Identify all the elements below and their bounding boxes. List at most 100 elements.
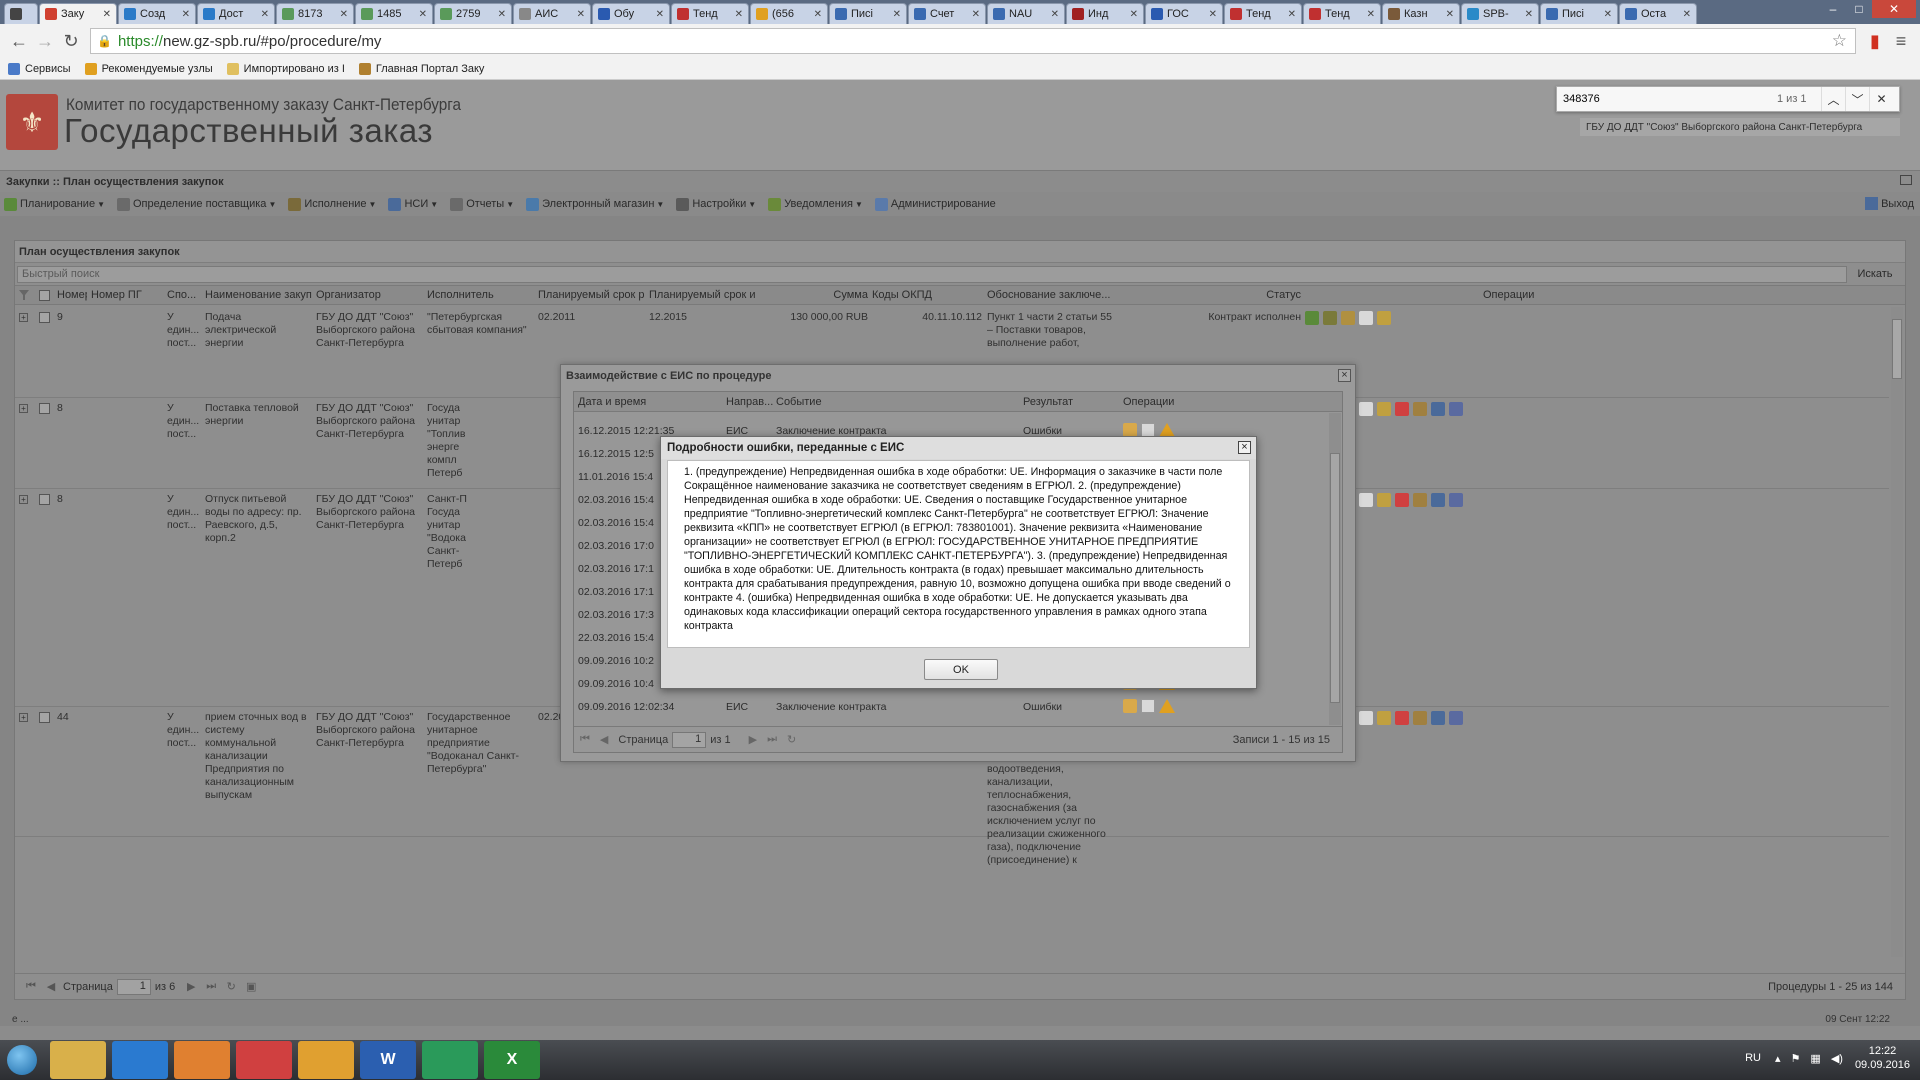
operation-icon[interactable] — [1359, 402, 1373, 416]
app-green-icon[interactable] — [422, 1041, 478, 1079]
operation-icon[interactable] — [1413, 711, 1427, 725]
extension-icon[interactable]: ▮ — [1862, 28, 1888, 54]
tab-close-icon[interactable]: ✕ — [972, 9, 980, 20]
browser-tab[interactable]: Дост ✕ — [197, 3, 275, 24]
find-input[interactable] — [1557, 93, 1777, 105]
row-checkbox[interactable] — [39, 312, 50, 323]
browser-tab[interactable]: Инд ✕ — [1066, 3, 1144, 24]
operation-icon[interactable] — [1413, 493, 1427, 507]
exit-button[interactable]: Выход — [1865, 197, 1914, 210]
bookmark-item[interactable]: Главная Портал Заку — [358, 62, 484, 75]
operation-icon[interactable] — [1395, 493, 1409, 507]
col-result[interactable]: Результат — [1023, 396, 1073, 408]
operation-icon[interactable] — [1377, 493, 1391, 507]
collapse-icon[interactable] — [1900, 175, 1912, 185]
tab-close-icon[interactable]: ✕ — [1288, 9, 1296, 20]
document-icon[interactable] — [1141, 423, 1155, 437]
eis-scrollbar[interactable] — [1329, 413, 1341, 725]
tab-close-icon[interactable]: ✕ — [1683, 9, 1691, 20]
browser-tab[interactable]: 2759 ✕ — [434, 3, 512, 24]
browser-tab[interactable]: 1485 ✕ — [355, 3, 433, 24]
eis-prev-page-icon[interactable]: ◀ — [600, 733, 608, 746]
bookmark-item[interactable]: Импортировано из I — [226, 62, 345, 75]
eis-page-input[interactable]: 1 — [672, 731, 707, 748]
browser-tab[interactable]: (656 ✕ — [750, 3, 828, 24]
column-header[interactable]: Номер — [57, 289, 87, 301]
volume-icon[interactable]: ◀) — [1831, 1052, 1843, 1065]
column-header[interactable]: Операции — [1483, 289, 1885, 301]
browser-tab[interactable]: Тенд ✕ — [1224, 3, 1302, 24]
first-page-icon[interactable]: ⏮ — [23, 980, 39, 993]
tab-close-icon[interactable]: ✕ — [1525, 9, 1533, 20]
package-icon[interactable] — [1123, 699, 1137, 713]
eis-dialog-close-icon[interactable]: × — [1338, 369, 1351, 382]
start-button[interactable] — [0, 1040, 44, 1080]
column-header[interactable]: Планируемый срок ра... — [538, 289, 645, 301]
chrome-icon[interactable] — [236, 1041, 292, 1079]
browser-tab[interactable]: Казн ✕ — [1382, 3, 1460, 24]
network-icon[interactable]: ▦ — [1810, 1052, 1820, 1065]
browser-tab[interactable]: Счет ✕ — [908, 3, 986, 24]
operation-icon[interactable] — [1359, 493, 1373, 507]
column-header[interactable]: Сумма — [760, 289, 868, 301]
tab-close-icon[interactable]: ✕ — [577, 9, 585, 20]
forward-arrow-icon[interactable]: → — [32, 28, 58, 54]
maximize-button[interactable]: □ — [1846, 0, 1872, 18]
expand-row-icon[interactable]: + — [19, 404, 28, 413]
col-direction[interactable]: Направ... — [726, 396, 773, 408]
row-checkbox[interactable] — [39, 712, 50, 723]
back-arrow-icon[interactable]: ← — [6, 28, 32, 54]
eis-last-page-icon[interactable]: ⏭ — [767, 733, 777, 746]
tab-close-icon[interactable]: ✕ — [182, 9, 190, 20]
menu-item[interactable]: Отчеты ▼ — [450, 197, 514, 211]
eis-row[interactable]: 09.09.2016 12:02:34 ЕИС Заключение контрак… — [574, 697, 1330, 720]
explorer-icon[interactable] — [50, 1041, 106, 1079]
tab-close-icon[interactable]: ✕ — [1209, 9, 1217, 20]
menu-item[interactable]: Исполнение ▼ — [288, 197, 376, 211]
column-header[interactable]: Статус — [1195, 289, 1301, 301]
eis-first-page-icon[interactable]: ⏮ — [580, 733, 590, 746]
language-indicator[interactable]: RU — [1745, 1052, 1761, 1064]
column-header[interactable]: Наименование закупки — [205, 289, 312, 301]
tab-close-icon[interactable]: ✕ — [1367, 9, 1375, 20]
operation-icon[interactable] — [1431, 402, 1445, 416]
reload-icon[interactable]: ↻ — [58, 28, 84, 54]
last-page-icon[interactable]: ⏭ — [203, 980, 219, 993]
refresh-icon[interactable]: ↻ — [223, 980, 239, 993]
operation-icon[interactable] — [1449, 493, 1463, 507]
operation-icon[interactable] — [1377, 711, 1391, 725]
tab-close-icon[interactable]: ✕ — [103, 9, 111, 20]
minimize-button[interactable]: – — [1820, 0, 1846, 18]
menu-item[interactable]: Администрирование — [874, 197, 996, 211]
next-page-icon[interactable]: ▶ — [183, 980, 199, 993]
warning-icon[interactable] — [1159, 423, 1175, 437]
outlook-icon[interactable] — [298, 1041, 354, 1079]
quick-search-input[interactable]: Быстрый поиск — [17, 265, 1847, 283]
browser-tab[interactable]: АИС ✕ — [513, 3, 591, 24]
tray-arrow-icon[interactable]: ▴ — [1775, 1052, 1781, 1065]
operation-icon[interactable] — [1431, 493, 1445, 507]
eis-next-page-icon[interactable]: ▶ — [749, 733, 757, 746]
word-icon[interactable]: W — [360, 1041, 416, 1079]
operation-icon[interactable] — [1377, 402, 1391, 416]
browser-tab[interactable]: Оста ✕ — [1619, 3, 1697, 24]
menu-icon[interactable]: ≡ — [1888, 28, 1914, 54]
browser-tab[interactable]: Писі ✕ — [1540, 3, 1618, 24]
browser-tab[interactable]: Заку ✕ — [39, 3, 117, 24]
window-close-button[interactable]: ✕ — [1872, 0, 1916, 18]
row-checkbox[interactable] — [39, 403, 50, 414]
operation-icon[interactable] — [1413, 402, 1427, 416]
select-all-checkbox[interactable] — [39, 290, 50, 301]
tab-close-icon[interactable]: ✕ — [1446, 9, 1454, 20]
browser-tab[interactable]: Тенд ✕ — [671, 3, 749, 24]
tab-close-icon[interactable]: ✕ — [1130, 9, 1138, 20]
browser-tab[interactable]: NAU ✕ — [987, 3, 1065, 24]
menu-item[interactable]: Настройки ▼ — [676, 197, 756, 211]
tab-close-icon[interactable]: ✕ — [1051, 9, 1059, 20]
browser-tab[interactable]: ГОС ✕ — [1145, 3, 1223, 24]
operation-icon[interactable] — [1305, 311, 1319, 325]
eis-refresh-icon[interactable]: ↻ — [787, 733, 796, 746]
browser-tab[interactable]: Тенд ✕ — [1303, 3, 1381, 24]
operation-icon[interactable] — [1395, 402, 1409, 416]
col-event[interactable]: Событие — [776, 396, 822, 408]
